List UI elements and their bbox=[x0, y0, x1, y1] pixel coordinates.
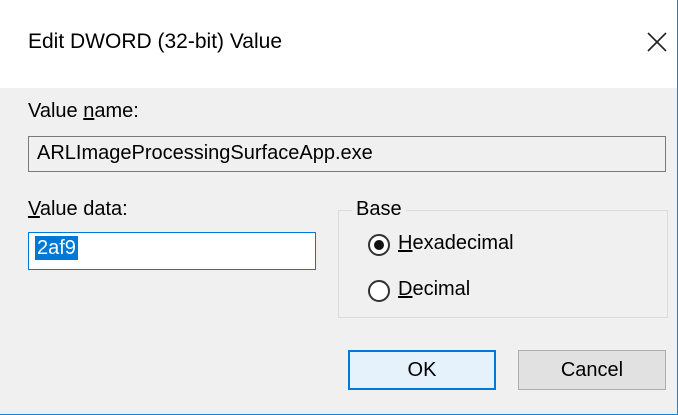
radio-selected-dot bbox=[374, 240, 384, 250]
hexadecimal-accel: H bbox=[398, 232, 413, 254]
edit-dword-dialog: Edit DWORD (32-bit) Value Value name: AR… bbox=[0, 0, 678, 415]
radio-hexadecimal[interactable] bbox=[368, 234, 390, 256]
radio-decimal-label[interactable]: Decimal bbox=[398, 278, 470, 301]
value-name-field[interactable]: ARLImageProcessingSurfaceApp.exe bbox=[28, 136, 666, 172]
value-name-label-prefix: Value bbox=[28, 100, 84, 122]
ok-button[interactable]: OK bbox=[348, 350, 496, 390]
dialog-title: Edit DWORD (32-bit) Value bbox=[28, 30, 283, 53]
hexadecimal-rest: exadecimal bbox=[412, 232, 514, 254]
value-data-label-suffix: alue data: bbox=[39, 198, 128, 220]
value-data-text: 2af9 bbox=[35, 236, 78, 260]
title-bar: Edit DWORD (32-bit) Value bbox=[0, 0, 677, 88]
base-groupbox bbox=[338, 210, 668, 318]
close-button[interactable] bbox=[640, 22, 674, 62]
close-icon bbox=[647, 32, 667, 52]
value-data-label-accel: V bbox=[28, 198, 40, 220]
value-name-label-suffix: ame: bbox=[94, 100, 139, 122]
value-name-label-accel: n bbox=[83, 100, 95, 122]
cancel-button[interactable]: Cancel bbox=[518, 350, 666, 390]
value-data-input[interactable]: 2af9 bbox=[28, 232, 316, 270]
value-data-label: Value data: bbox=[28, 198, 128, 221]
base-legend: Base bbox=[352, 198, 406, 221]
decimal-accel: D bbox=[398, 278, 413, 300]
radio-decimal[interactable] bbox=[368, 280, 390, 302]
value-name-label: Value name: bbox=[28, 100, 139, 123]
radio-hexadecimal-label[interactable]: Hexadecimal bbox=[398, 232, 514, 255]
decimal-rest: ecimal bbox=[412, 278, 471, 300]
